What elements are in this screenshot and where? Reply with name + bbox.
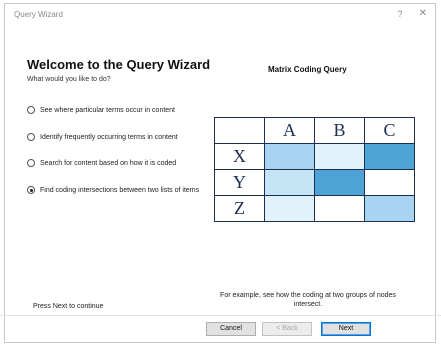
radio-button[interactable] bbox=[27, 106, 35, 114]
page-title: Welcome to the Query Wizard bbox=[27, 57, 211, 72]
matrix-cell bbox=[264, 143, 315, 170]
matrix-row-label: Z bbox=[214, 195, 265, 222]
option-label: Search for content based on how it is co… bbox=[40, 160, 177, 167]
diagram-title: Matrix Coding Query bbox=[268, 65, 347, 74]
matrix-header-row: A B C bbox=[214, 117, 415, 144]
cancel-button[interactable]: Cancel bbox=[206, 322, 256, 336]
matrix-row-x: X bbox=[214, 143, 415, 170]
matrix-row-label: Y bbox=[214, 169, 265, 196]
matrix-column-b: B bbox=[314, 117, 365, 144]
matrix-cell bbox=[364, 143, 415, 170]
matrix-cell bbox=[314, 169, 365, 196]
title-bar: Query Wizard ? ✕ bbox=[5, 4, 435, 24]
radio-button-selected[interactable] bbox=[27, 186, 35, 194]
radio-button[interactable] bbox=[27, 133, 35, 141]
matrix-corner-cell bbox=[214, 117, 265, 144]
matrix-row-z: Z bbox=[214, 195, 415, 222]
page-subtitle: What would you like to do? bbox=[27, 76, 111, 83]
matrix-row-label: X bbox=[214, 143, 265, 170]
matrix-cell bbox=[264, 169, 315, 196]
matrix-cell bbox=[264, 195, 315, 222]
example-caption: For example, see how the coding at two g… bbox=[220, 292, 396, 308]
footer-divider bbox=[0, 315, 441, 316]
next-button[interactable]: Next bbox=[321, 322, 371, 336]
back-button[interactable]: < Back bbox=[262, 322, 312, 336]
close-button[interactable]: ✕ bbox=[417, 8, 429, 19]
matrix-cell bbox=[364, 169, 415, 196]
matrix-cell bbox=[314, 195, 365, 222]
window-title: Query Wizard bbox=[14, 10, 63, 19]
option-label: Find coding intersections between two li… bbox=[40, 187, 200, 194]
matrix-cell bbox=[364, 195, 415, 222]
matrix-column-c: C bbox=[364, 117, 415, 144]
matrix-row-y: Y bbox=[214, 169, 415, 196]
option-label: See where particular terms occur in cont… bbox=[40, 107, 176, 114]
matrix-cell bbox=[314, 143, 365, 170]
footer-hint: Press Next to continue bbox=[33, 303, 104, 310]
radio-button[interactable] bbox=[27, 159, 35, 167]
help-button[interactable]: ? bbox=[394, 9, 406, 19]
option-label: Identify frequently occurring terms in c… bbox=[40, 134, 178, 141]
matrix-coding-illustration: A B C X Y Z bbox=[214, 117, 415, 222]
matrix-column-a: A bbox=[264, 117, 315, 144]
